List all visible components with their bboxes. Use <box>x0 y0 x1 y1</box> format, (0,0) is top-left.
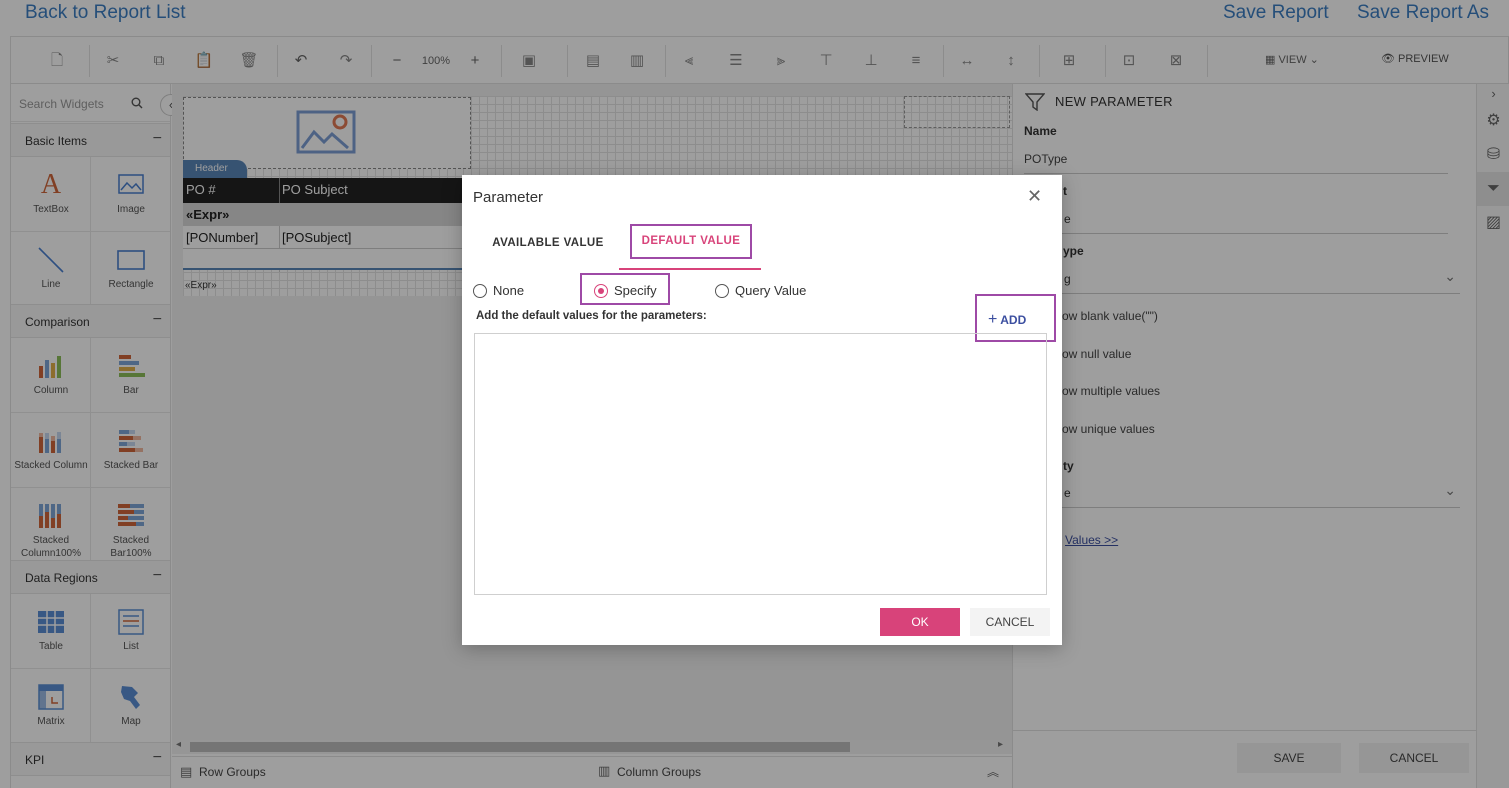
close-icon[interactable]: ✕ <box>1027 186 1042 207</box>
tab-highlight <box>630 224 752 259</box>
instructions-text: Add the default values for the parameter… <box>476 310 707 322</box>
radio-query-label: Query Value <box>735 283 807 298</box>
specify-highlight <box>580 273 670 305</box>
active-tab-underline <box>619 268 761 270</box>
radio-none-circle[interactable] <box>473 284 487 298</box>
default-values-list[interactable] <box>474 333 1047 595</box>
radio-query-circle[interactable] <box>715 284 729 298</box>
radio-none-label: None <box>493 283 525 298</box>
tab-available-value[interactable]: AVAILABLE VALUE <box>473 227 623 267</box>
parameter-dialog: Parameter ✕ AVAILABLE VALUE DEFAULT VALU… <box>462 175 1062 645</box>
cancel-button[interactable]: CANCEL <box>970 608 1050 636</box>
ok-button[interactable]: OK <box>880 608 960 636</box>
dialog-title: Parameter <box>473 189 544 206</box>
